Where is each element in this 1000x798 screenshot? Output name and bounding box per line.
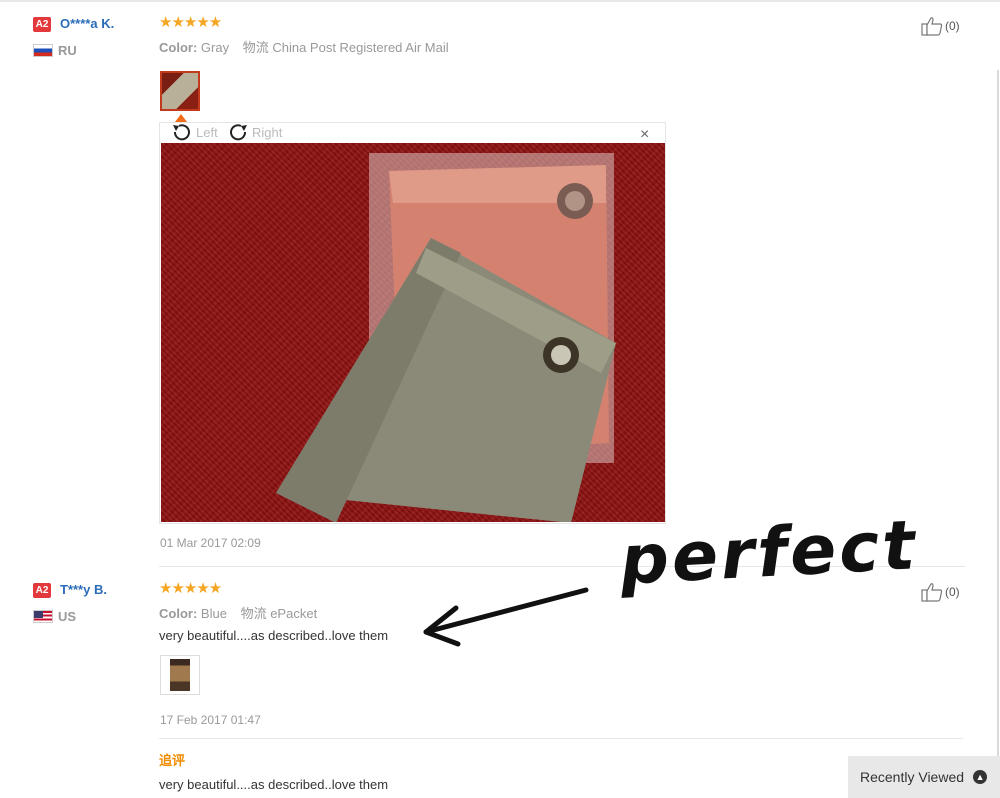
color-value: Blue: [200, 606, 227, 621]
followup-comment: very beautiful....as described..love the…: [159, 777, 389, 792]
reviewer-name: O****a K.: [60, 16, 115, 31]
close-viewer-button[interactable]: ×: [640, 126, 649, 144]
thumbs-up-icon: [921, 583, 943, 602]
rotate-right-label: Right: [252, 124, 283, 140]
annotation-arrow-icon: [423, 587, 589, 647]
helpful-count: (0): [945, 585, 960, 599]
review-photo-thumbnail[interactable]: [160, 71, 200, 111]
helpful-button[interactable]: (0): [921, 582, 960, 602]
thumbnail-image: [170, 659, 190, 691]
rotate-right-button[interactable]: Right: [226, 123, 282, 141]
helpful-count: (0): [945, 19, 960, 33]
color-label: Color:: [159, 40, 198, 55]
rotate-left-button[interactable]: Left: [170, 123, 218, 141]
review-attributes: Color: Gray 物流 China Post Registered Air…: [159, 37, 449, 56]
thumbs-up-icon: [921, 17, 943, 36]
shipping-value: China Post Registered Air Mail: [272, 40, 449, 55]
review-comment: very beautiful....as described..love the…: [159, 628, 389, 643]
shipping-label: 物流: [242, 40, 269, 55]
buyer-level-badge: A2: [33, 17, 51, 32]
thumbnail-pointer: [175, 114, 187, 122]
rotate-right-icon: [230, 124, 247, 141]
recently-viewed-button[interactable]: Recently Viewed ▲: [848, 756, 1000, 798]
star-rating: ★★★★★: [159, 580, 222, 597]
flag-ru-icon: [33, 44, 53, 57]
reviewer-country: RU: [58, 43, 77, 58]
reviewer-name: T***y B.: [60, 582, 107, 597]
review-photo-large: [161, 143, 665, 522]
review-date: 17 Feb 2017 01:47: [160, 713, 261, 727]
helpful-button[interactable]: (0): [921, 16, 960, 36]
review-attributes: Color: Blue 物流 ePacket: [159, 603, 317, 622]
chevron-up-icon: ▲: [973, 770, 988, 784]
shipping-value: ePacket: [270, 606, 318, 621]
clutch-bag-photo: [276, 153, 616, 522]
review-date: 01 Mar 2017 02:09: [160, 536, 261, 550]
star-rating: ★★★★★: [159, 14, 222, 31]
recently-viewed-label: Recently Viewed: [860, 769, 965, 785]
review-photo-thumbnail[interactable]: [160, 655, 200, 695]
followup-label: 追评: [159, 753, 186, 768]
top-divider: [0, 0, 1000, 2]
buyer-level-badge: A2: [33, 583, 51, 598]
shipping-label: 物流: [240, 606, 267, 621]
reviewer-country: US: [58, 609, 77, 624]
flag-us-icon: [33, 610, 53, 623]
rotate-left-label: Left: [196, 124, 218, 140]
color-label: Color:: [159, 606, 198, 621]
color-value: Gray: [200, 40, 230, 55]
rotate-left-icon: [173, 124, 190, 141]
review-divider: [159, 738, 963, 739]
annotation-text: perfect: [618, 506, 920, 601]
scroll-edge: [997, 70, 999, 798]
